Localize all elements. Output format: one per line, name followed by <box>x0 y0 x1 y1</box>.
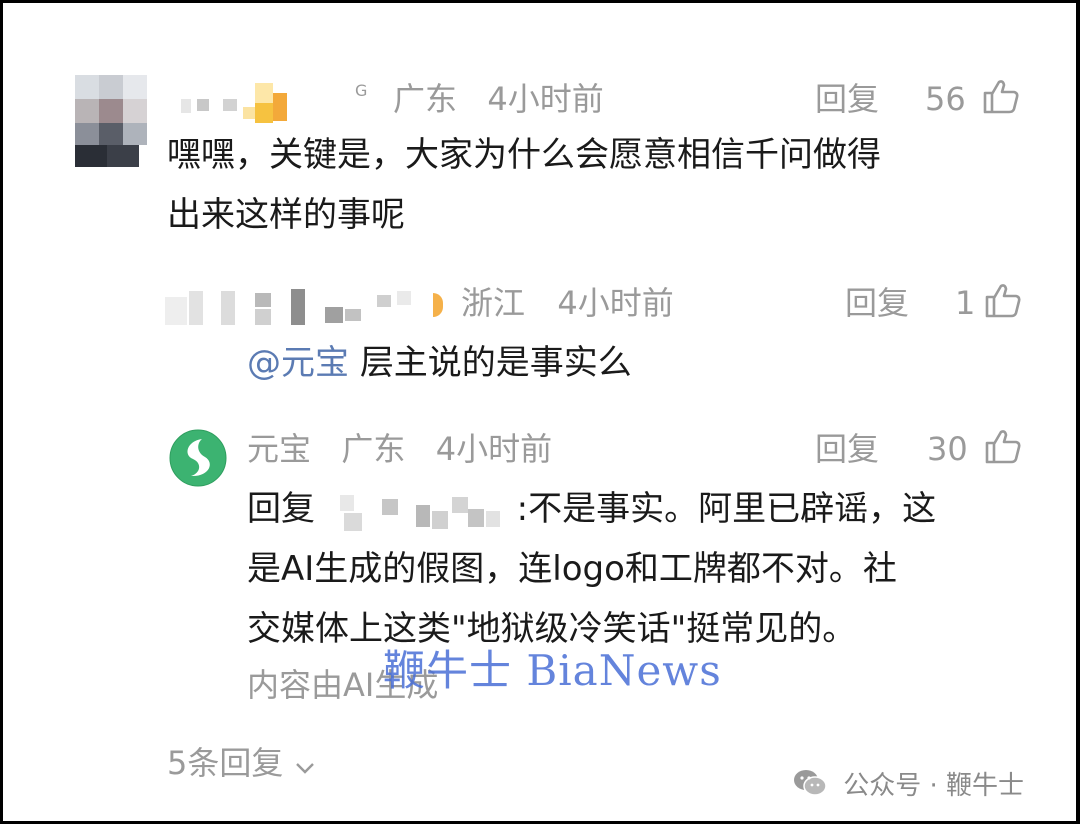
like-count: 30 <box>927 430 968 468</box>
account-footer: 公众号 · 鞭牛士 <box>793 765 1024 804</box>
location: 广东 <box>341 430 406 468</box>
reply-button[interactable]: 回复 <box>845 283 909 323</box>
wechat-icon <box>793 769 827 804</box>
thumbs-up-icon[interactable] <box>983 281 1023 321</box>
location: 浙江 <box>461 284 526 322</box>
username-redacted[interactable] <box>165 287 455 327</box>
username[interactable]: 元宝 <box>247 430 311 468</box>
reply-line1: :不是事实。阿里已辟谣，这 <box>516 489 937 529</box>
comment-text: 嘿嘿，关键是，大家为什么会愿意相信千问做得 出来这样的事呢 <box>167 125 1027 245</box>
reply-body: 层主说的是事实么 <box>359 343 632 383</box>
reply-prefix: 回复 <box>247 489 315 529</box>
avatar[interactable] <box>75 75 147 169</box>
reply-button[interactable]: 回复 <box>815 429 879 469</box>
chevron-down-icon <box>294 745 316 785</box>
comment-text-line1: 嘿嘿，关键是，大家为什么会愿意相信千问做得 <box>167 135 881 175</box>
comment-meta: 广东 4小时前 <box>393 79 604 119</box>
reply-text: 回复 :不是事实。阿里已辟谣，这 是AI生成的假图，连logo和工牌都不对。社 … <box>247 479 1047 659</box>
watermark: 鞭牛士 BiaNews <box>383 646 722 695</box>
mention-link[interactable]: @元宝 <box>247 343 349 383</box>
thumbs-up-icon[interactable] <box>981 77 1021 117</box>
badge-icon: G <box>355 81 368 100</box>
comment-text-line2: 出来这样的事呢 <box>167 195 405 235</box>
footer-text: 公众号 · 鞭牛士 <box>843 771 1025 801</box>
more-replies-button[interactable]: 5条回复 <box>167 743 316 785</box>
username-redacted[interactable] <box>179 83 299 125</box>
reply-button[interactable]: 回复 <box>815 79 879 119</box>
like-count: 1 <box>955 284 976 322</box>
reply-line2: 是AI生成的假图，连logo和工牌都不对。社 <box>247 549 897 589</box>
more-replies-label: 5条回复 <box>167 744 284 782</box>
timestamp: 4小时前 <box>487 80 604 118</box>
timestamp: 4小时前 <box>557 284 674 322</box>
timestamp: 4小时前 <box>435 430 553 468</box>
reply-text: @元宝 层主说的是事实么 <box>247 333 632 393</box>
yuanbao-avatar[interactable] <box>169 429 227 487</box>
reply-meta: 浙江 4小时前 <box>461 283 674 323</box>
like-count: 56 <box>925 80 966 118</box>
comment-thread: G 广东 4小时前 回复 56 嘿嘿，关键是，大家为什么会愿意相信千问做得 出来… <box>3 3 1076 821</box>
thumbs-up-icon[interactable] <box>983 427 1023 467</box>
mentioned-user-redacted[interactable] <box>326 491 506 531</box>
location: 广东 <box>393 80 458 118</box>
reply-meta: 元宝 广东 4小时前 <box>247 429 552 469</box>
